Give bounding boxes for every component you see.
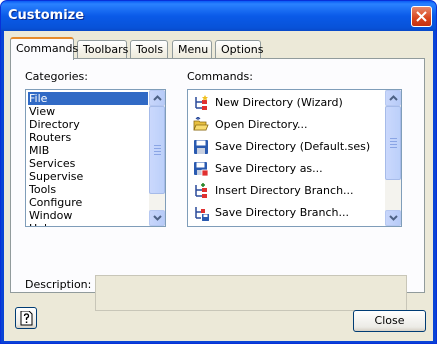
chevron-down-icon [389,215,398,221]
command-item[interactable]: Open Directory... [192,114,382,136]
command-label: Save Directory Branch... [215,206,349,219]
category-item[interactable]: File [28,92,148,105]
chevron-down-icon [153,215,162,221]
chevron-up-icon [153,95,162,101]
tab-options[interactable]: Options [215,40,263,59]
floppy-disk-save-as-icon [194,162,209,177]
category-item[interactable]: Help [28,222,148,226]
floppy-disk-icon [194,140,208,154]
dialog-client: Commands Toolbars Tools Menu Options Cat… [4,31,433,341]
open-folder-icon [193,117,209,131]
categories-scrollbar[interactable] [149,90,165,226]
commands-tab-panel: Categories: File View Directory Routers MIB S… [10,58,425,311]
new-directory-wizard-icon [195,95,208,110]
command-item[interactable]: Insert Directory Branch... [192,180,382,202]
customize-dialog: Customize Commands Toolbars Tools Menu O… [0,0,437,344]
scroll-up-button[interactable] [385,90,401,106]
tab-toolbars[interactable]: Toolbars [77,40,128,59]
scroll-thumb[interactable] [149,106,165,194]
command-label: New Directory (Wizard) [215,96,343,109]
command-item[interactable]: Save Directory (Default.ses) [192,136,382,158]
tab-tools[interactable]: Tools [130,40,168,59]
category-item[interactable]: Routers [28,131,148,144]
command-item[interactable]: Save Directory Branch... [192,202,382,224]
scroll-down-button[interactable] [385,210,401,226]
category-item[interactable]: Tools [28,183,148,196]
categories-label: Categories: [25,70,88,83]
scroll-down-button[interactable] [149,210,165,226]
help-question-icon [20,311,33,326]
close-window-button[interactable] [411,6,432,27]
window-title: Customize [8,8,85,23]
title-bar[interactable]: Customize [1,1,436,31]
category-item[interactable]: Supervise [28,170,148,183]
save-branch-icon [195,207,209,221]
description-field [95,275,407,311]
description-label: Description: [25,278,92,291]
tab-commands[interactable]: Commands [10,37,78,60]
commands-scrollbar[interactable] [385,90,401,226]
category-item[interactable]: Window [28,209,148,222]
category-item[interactable]: Directory [28,118,148,131]
command-label: Save Directory (Default.ses) [215,140,371,153]
commands-label: Commands: [187,70,253,83]
category-item[interactable]: Configure [28,196,148,209]
category-item[interactable]: View [28,105,148,118]
tab-menu[interactable]: Menu [172,40,212,59]
command-label: Save Directory as... [215,162,323,175]
category-item[interactable]: Services [28,157,148,170]
help-button[interactable] [15,307,37,329]
category-item[interactable]: MIB [28,144,148,157]
commands-list[interactable]: New Directory (Wizard) Open Directory...… [187,89,402,227]
scroll-thumb[interactable] [385,106,401,180]
command-label: Insert Directory Branch... [215,184,354,197]
categories-list[interactable]: File View Directory Routers MIB Services Super… [25,89,166,227]
command-label: Open Directory... [215,118,308,131]
scroll-up-button[interactable] [149,90,165,106]
close-icon [416,11,427,22]
insert-branch-icon [195,183,207,198]
close-button[interactable]: Close [353,310,426,332]
command-item[interactable]: New Directory (Wizard) [192,92,382,114]
chevron-up-icon [389,95,398,101]
command-item[interactable]: Save Directory as... [192,158,382,180]
